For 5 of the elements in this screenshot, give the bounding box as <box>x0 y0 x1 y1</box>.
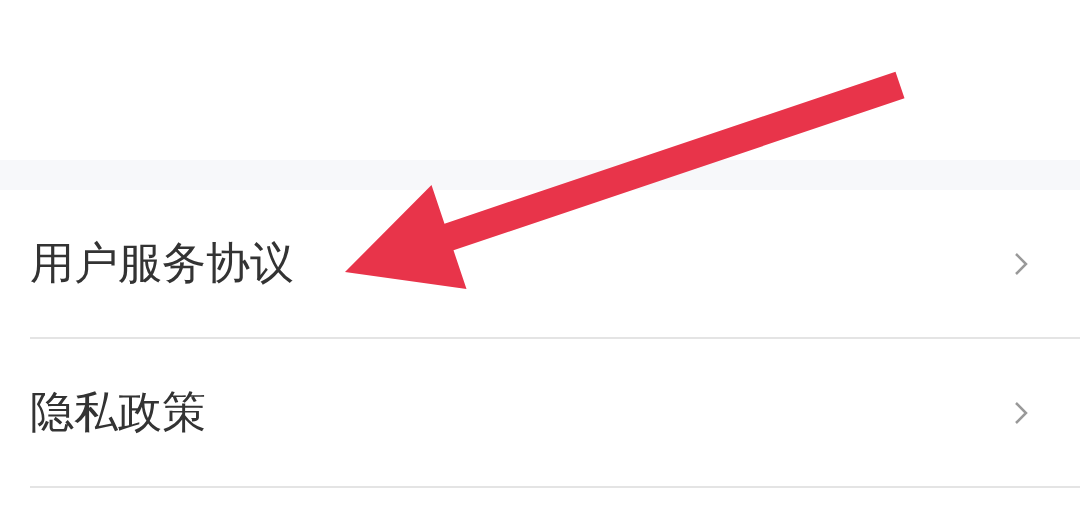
menu-item[interactable]: 隐私政策 <box>30 339 1080 488</box>
menu-item-label: 用户服务协议 <box>30 236 294 290</box>
chevron-icon <box>1014 251 1028 276</box>
menu-item-label: 隐私政策 <box>30 385 206 439</box>
chevron-icon <box>1014 400 1028 425</box>
